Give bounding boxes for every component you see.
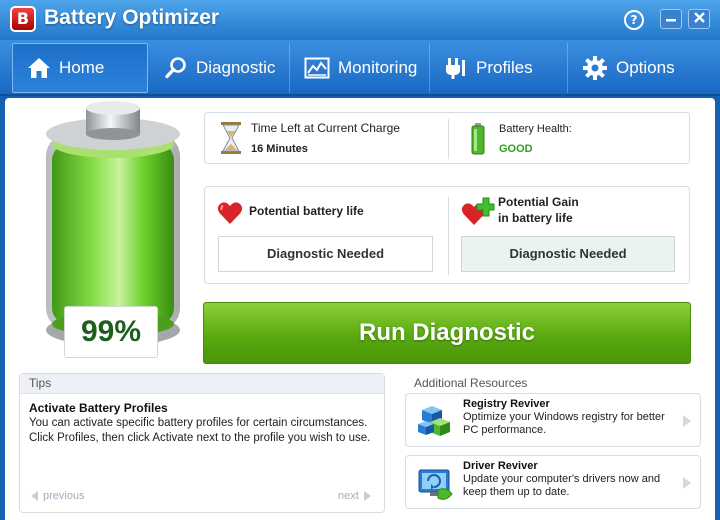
close-icon	[693, 12, 705, 23]
tip-next-button[interactable]: next	[338, 490, 373, 502]
tips-header: Tips	[20, 374, 384, 394]
arrow-left-icon	[31, 491, 38, 501]
close-button[interactable]	[688, 9, 710, 29]
battery-health-icon	[471, 123, 485, 155]
home-icon	[28, 58, 50, 78]
tab-diagnostic-label: Diagnostic	[196, 58, 276, 77]
divider	[448, 119, 449, 159]
hourglass-icon	[221, 122, 241, 154]
run-diagnostic-button[interactable]: Run Diagnostic	[203, 302, 691, 364]
minimize-button[interactable]	[660, 9, 682, 29]
driver-reviver-desc: Update your computer's drivers now and k…	[463, 473, 661, 498]
registry-cubes-icon	[418, 406, 450, 436]
health-label: Battery Health:	[499, 123, 572, 135]
plug-icon	[446, 58, 465, 79]
health-value: GOOD	[499, 143, 533, 155]
help-button[interactable]: ?	[624, 10, 644, 30]
tab-profiles[interactable]: Profiles	[430, 43, 568, 93]
tab-monitoring[interactable]: Monitoring	[290, 43, 430, 93]
magnifier-icon	[165, 57, 186, 79]
tab-home[interactable]: Home	[12, 43, 148, 93]
registry-reviver-desc: Optimize your Windows registry for bette…	[463, 411, 665, 436]
potential-gain-label-2: in battery life	[498, 211, 573, 225]
driver-reviver-title: Driver Reviver	[463, 460, 538, 472]
registry-reviver-title: Registry Reviver	[463, 398, 550, 410]
tab-profiles-label: Profiles	[476, 58, 533, 77]
heart-icon	[217, 202, 243, 224]
divider	[448, 197, 449, 275]
arrow-right-icon	[683, 415, 691, 427]
driver-monitor-icon	[418, 469, 453, 500]
resources-header: Additional Resources	[414, 376, 528, 390]
tab-monitoring-label: Monitoring	[338, 58, 418, 77]
title-bar: B Battery Optimizer ?	[0, 0, 720, 40]
potential-life-label: Potential battery life	[249, 204, 364, 218]
previous-label: previous	[43, 490, 85, 502]
potential-life-value: Diagnostic Needed	[218, 236, 433, 272]
time-left-label: Time Left at Current Charge	[251, 121, 400, 135]
tip-title: Activate Battery Profiles	[29, 401, 168, 415]
monitor-chart-icon	[304, 57, 330, 79]
tab-diagnostic[interactable]: Diagnostic	[150, 43, 290, 93]
tip-previous-button[interactable]: previous	[29, 490, 85, 502]
status-panel: Time Left at Current Charge 16 Minutes B…	[204, 112, 690, 164]
battery-percent: 99%	[64, 306, 158, 358]
registry-reviver-card[interactable]: Registry Reviver Optimize your Windows r…	[405, 393, 701, 447]
potential-gain-label-1: Potential Gain	[498, 195, 579, 209]
heart-plus-icon	[461, 197, 495, 225]
app-title: Battery Optimizer	[44, 6, 220, 29]
tab-options-label: Options	[616, 58, 675, 77]
arrow-right-icon	[683, 477, 691, 489]
app-logo: B	[10, 6, 36, 32]
next-label: next	[338, 490, 359, 502]
main-nav: Home Diagnostic Monitoring Profiles Opti…	[0, 40, 720, 96]
minimize-icon	[666, 19, 676, 22]
arrow-right-icon	[363, 491, 371, 501]
tip-text: You can activate specific battery profil…	[29, 417, 371, 444]
time-left-value: 16 Minutes	[251, 143, 308, 155]
gear-icon	[583, 56, 607, 80]
tips-panel: Tips Activate Battery Profiles You can a…	[19, 373, 385, 513]
tab-home-label: Home	[59, 58, 105, 77]
driver-reviver-card[interactable]: Driver Reviver Update your computer's dr…	[405, 455, 701, 509]
battery-life-panel: Potential battery life Diagnostic Needed…	[204, 186, 690, 284]
potential-gain-value: Diagnostic Needed	[461, 236, 675, 272]
tab-options[interactable]: Options	[568, 43, 718, 93]
